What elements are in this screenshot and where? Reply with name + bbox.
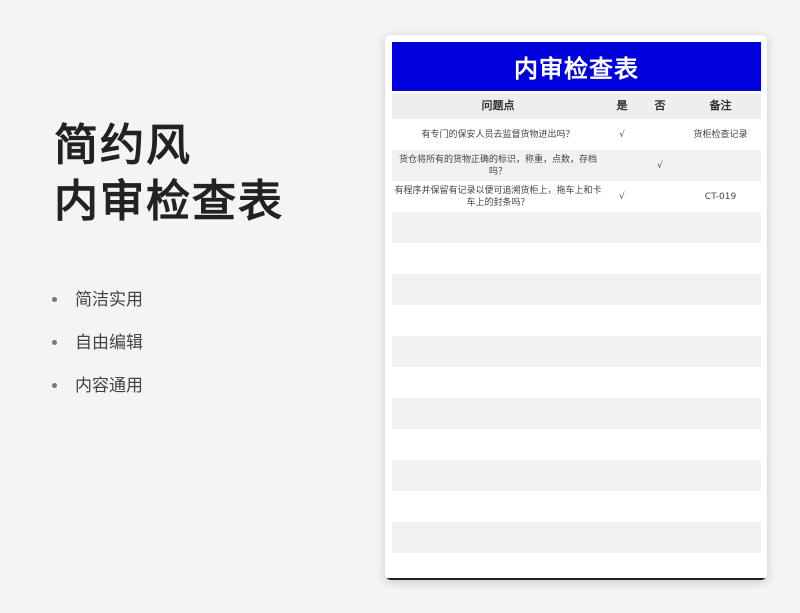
cell-yes: √: [619, 129, 625, 140]
cell-no: [640, 181, 680, 212]
checklist-sheet: 内审检查表 问题点 是 否 备注 有专门的保安人员去监督货物进出吗？ √ 货柜检…: [385, 35, 767, 580]
table-header-row: 问题点 是 否 备注: [392, 93, 761, 119]
cell-question: 有专门的保安人员去监督货物进出吗？: [421, 129, 575, 140]
feature-item: 内容通用: [52, 368, 143, 411]
bullet-icon: [52, 383, 57, 388]
empty-row: [392, 274, 761, 305]
bullet-icon: [52, 297, 57, 302]
promo-title: 简约风 内审检查表: [54, 118, 284, 230]
table-row: 有专门的保安人员去监督货物进出吗？ √ 货柜检查记录: [392, 119, 761, 150]
empty-row: [392, 491, 761, 522]
table-row: 货仓将所有的货物正确的标识，称重，点数，存档吗？ √: [392, 150, 761, 181]
cell-no: [640, 119, 680, 150]
checklist-table: 问题点 是 否 备注 有专门的保安人员去监督货物进出吗？ √ 货柜检查记录 货仓…: [392, 93, 761, 553]
empty-row: [392, 460, 761, 491]
cell-note: 货柜检查记录: [693, 129, 748, 140]
empty-row: [392, 522, 761, 553]
empty-row: [392, 305, 761, 336]
cell-yes: √: [619, 191, 625, 202]
empty-row: [392, 398, 761, 429]
header-yes: 是: [616, 99, 628, 112]
cell-question: 有程序并保留有记录以便可追溯货柜上，拖车上和卡车上的封条吗？: [394, 185, 602, 208]
feature-item: 简洁实用: [52, 282, 143, 325]
bullet-icon: [52, 340, 57, 345]
cell-note: [680, 150, 761, 181]
bottom-rule: [385, 578, 767, 580]
cell-yes: [604, 150, 640, 181]
header-no: 否: [654, 99, 666, 112]
feature-label: 内容通用: [75, 375, 143, 396]
table-row: 有程序并保留有记录以便可追溯货柜上，拖车上和卡车上的封条吗？ √ CT-019: [392, 181, 761, 212]
sheet-title: 内审检查表: [392, 42, 761, 91]
empty-row: [392, 336, 761, 367]
empty-row: [392, 212, 761, 243]
cell-no: √: [657, 160, 663, 171]
empty-row: [392, 367, 761, 398]
empty-row: [392, 429, 761, 460]
cell-note: CT-019: [704, 191, 737, 202]
header-note: 备注: [709, 99, 732, 112]
empty-row: [392, 243, 761, 274]
cell-question: 货仓将所有的货物正确的标识，称重，点数，存档吗？: [398, 154, 597, 177]
feature-label: 自由编辑: [75, 332, 143, 353]
feature-item: 自由编辑: [52, 325, 143, 368]
feature-list: 简洁实用 自由编辑 内容通用: [52, 282, 143, 411]
promo-title-line1: 简约风: [54, 120, 192, 171]
header-question: 问题点: [481, 99, 515, 112]
feature-label: 简洁实用: [75, 289, 143, 310]
promo-title-line2: 内审检查表: [54, 176, 284, 227]
